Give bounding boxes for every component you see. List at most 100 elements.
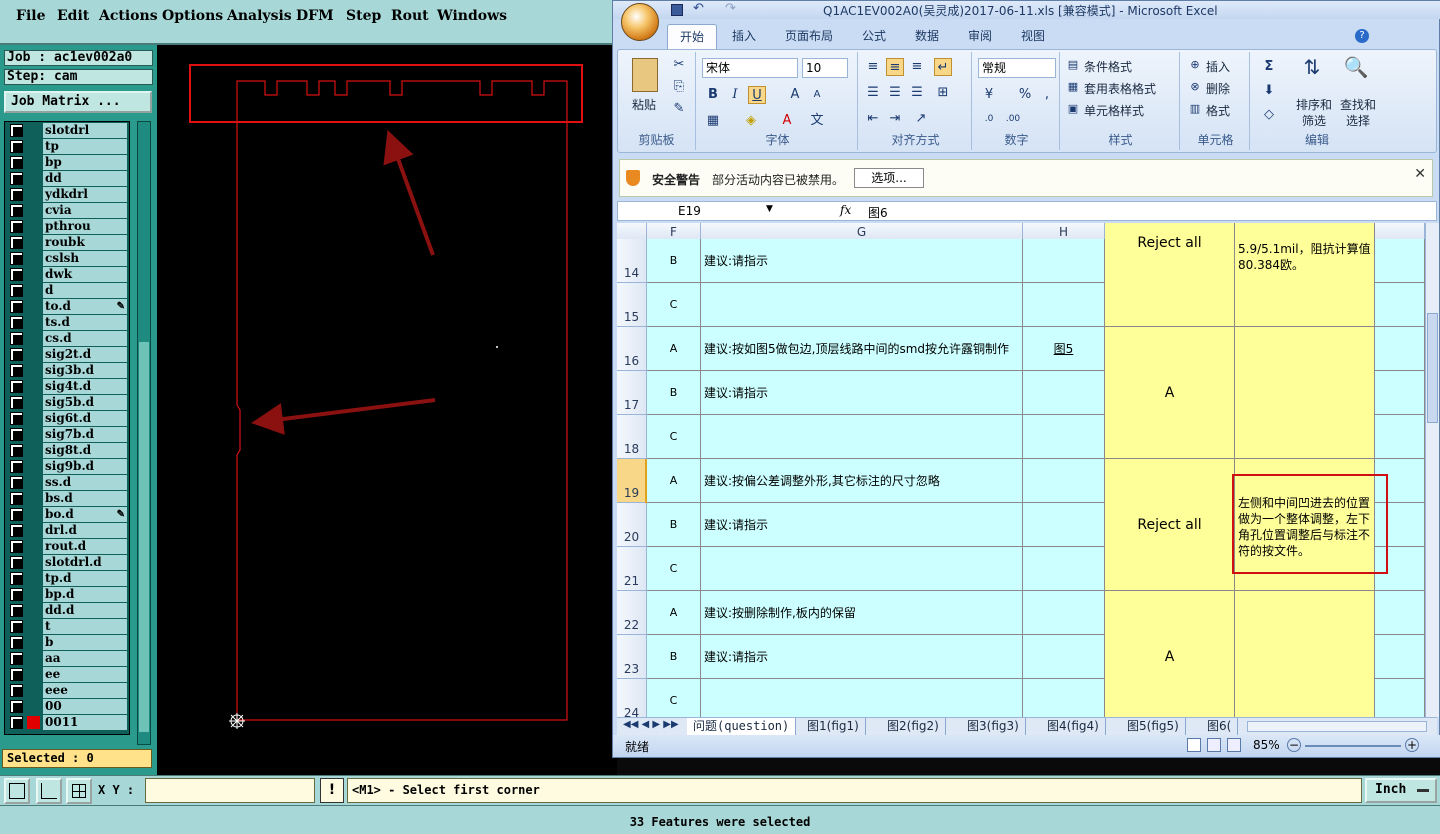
layer-checkbox[interactable] — [10, 524, 23, 537]
menu-step[interactable]: Step — [346, 8, 381, 24]
zoom-out-icon[interactable]: − — [1287, 738, 1301, 752]
cell-h[interactable] — [1023, 371, 1105, 415]
cell-k[interactable] — [1375, 679, 1425, 717]
snap-button[interactable] — [66, 778, 92, 804]
layer-name[interactable]: drl.d — [43, 523, 127, 538]
layer-name[interactable]: sig2t.d — [43, 347, 127, 362]
view-pagebreak-icon[interactable] — [1227, 738, 1241, 752]
layer-row[interactable]: sig3b.d — [7, 363, 128, 378]
worksheet-grid[interactable]: FGHIJ14B建议:请指示15C16A建议:按如图5做包边,顶层线路中间的sm… — [617, 223, 1425, 717]
format-as-table-button[interactable]: 套用表格格式 — [1084, 80, 1156, 97]
sheet-tab[interactable]: 问题(question) — [687, 718, 797, 735]
layer-row[interactable]: dd.d — [7, 603, 128, 618]
job-matrix-button[interactable]: Job Matrix ... — [4, 91, 152, 113]
layer-row[interactable]: sig8t.d — [7, 443, 128, 458]
layer-row[interactable]: tp.d — [7, 571, 128, 586]
layer-checkbox[interactable] — [10, 236, 23, 249]
layer-name[interactable]: aa — [43, 651, 127, 666]
cell-g[interactable]: 建议:请指示 — [701, 239, 1023, 283]
layer-name[interactable]: dd — [43, 171, 127, 186]
layer-row[interactable]: bs.d — [7, 491, 128, 506]
layer-name[interactable]: ss.d — [43, 475, 127, 490]
xy-coordinate-input[interactable] — [145, 778, 315, 803]
shrink-font-icon[interactable]: A — [808, 86, 826, 104]
tab-page-layout[interactable]: 页面布局 — [785, 27, 833, 44]
security-options-button[interactable]: 选项... — [854, 168, 924, 188]
cell-h[interactable] — [1023, 415, 1105, 459]
layer-checkbox[interactable] — [10, 156, 23, 169]
layer-row[interactable]: 0011 — [7, 715, 128, 730]
layer-row[interactable]: b — [7, 635, 128, 650]
zoom-slider[interactable] — [1305, 745, 1401, 747]
layer-row[interactable]: slotdrl — [7, 123, 128, 138]
menu-edit[interactable]: Edit — [57, 8, 89, 24]
layer-checkbox[interactable] — [10, 348, 23, 361]
layer-name[interactable]: slotdrl — [43, 123, 127, 138]
help-icon[interactable]: ? — [1355, 29, 1369, 43]
cell-f[interactable]: B — [647, 371, 701, 415]
cell-f[interactable]: C — [647, 415, 701, 459]
cell-h[interactable] — [1023, 679, 1105, 717]
layer-row[interactable]: t — [7, 619, 128, 634]
cell-g[interactable]: 建议:按如图5做包边,顶层线路中间的smd按允许露铜制作 — [701, 327, 1023, 371]
font-size-select[interactable]: 10 — [802, 58, 848, 78]
cell-styles-button[interactable]: 单元格样式 — [1084, 102, 1144, 119]
cell-f[interactable]: A — [647, 591, 701, 635]
layer-row[interactable]: ts.d — [7, 315, 128, 330]
save-icon[interactable] — [671, 4, 683, 16]
measure-button[interactable] — [36, 778, 62, 804]
cell-k[interactable] — [1375, 239, 1425, 283]
layer-checkbox[interactable] — [10, 588, 23, 601]
format-painter-icon[interactable]: ✎ — [670, 100, 688, 118]
layer-checkbox[interactable] — [10, 460, 23, 473]
sort-filter-button[interactable]: 排序和 — [1296, 96, 1332, 113]
cell-j-merged[interactable] — [1235, 591, 1375, 717]
paste-button[interactable]: 粘贴 — [632, 96, 656, 113]
cell-k[interactable] — [1375, 283, 1425, 327]
layer-row[interactable]: tp — [7, 139, 128, 154]
layer-checkbox[interactable] — [10, 188, 23, 201]
layer-row[interactable]: sig2t.d — [7, 347, 128, 362]
tab-home[interactable]: 开始 — [667, 24, 718, 50]
row-header[interactable]: 24 — [617, 679, 647, 717]
menu-options[interactable]: Options — [162, 8, 223, 24]
layer-checkbox[interactable] — [10, 604, 23, 617]
cell-i-merged[interactable]: A — [1105, 591, 1235, 717]
layer-row[interactable]: d — [7, 283, 128, 298]
align-bottom-icon[interactable]: ≡ — [908, 58, 926, 76]
cell-f[interactable]: B — [647, 503, 701, 547]
layer-row[interactable]: ss.d — [7, 475, 128, 490]
layer-checkbox[interactable] — [10, 172, 23, 185]
scroll-thumb[interactable] — [139, 342, 149, 732]
layer-row[interactable]: bp.d — [7, 587, 128, 602]
layer-name[interactable]: d — [43, 283, 127, 298]
cell-g[interactable]: 建议:请指示 — [701, 371, 1023, 415]
row-header[interactable]: 16 — [617, 327, 647, 371]
layer-name[interactable]: dwk — [43, 267, 127, 282]
cell-g[interactable]: 建议:请指示 — [701, 503, 1023, 547]
layer-checkbox[interactable] — [10, 124, 23, 137]
layer-row[interactable]: ee — [7, 667, 128, 682]
graphic-canvas[interactable] — [157, 45, 617, 775]
layer-name[interactable]: cvia — [43, 203, 127, 218]
menu-file[interactable]: File — [16, 8, 45, 24]
close-icon[interactable]: ✕ — [1414, 166, 1426, 182]
redo-icon[interactable]: ↷ — [725, 1, 736, 16]
layer-checkbox[interactable] — [10, 716, 23, 729]
align-right-icon[interactable]: ☰ — [908, 84, 926, 102]
warning-button[interactable]: ! — [320, 778, 344, 803]
row-header[interactable]: 20 — [617, 503, 647, 547]
layer-checkbox[interactable] — [10, 652, 23, 665]
layer-row[interactable]: roubk — [7, 235, 128, 250]
cell-k[interactable] — [1375, 459, 1425, 503]
layer-name[interactable]: tp — [43, 139, 127, 154]
cell-g[interactable]: 建议:按偏公差调整外形,其它标注的尺寸忽略 — [701, 459, 1023, 503]
cell-f[interactable]: C — [647, 283, 701, 327]
sheet-nav-icon[interactable]: ◀◀ ◀ ▶ ▶▶ — [623, 719, 679, 730]
layer-checkbox[interactable] — [10, 700, 23, 713]
cell-i-merged[interactable]: Reject all — [1105, 223, 1235, 327]
layer-checkbox[interactable] — [10, 684, 23, 697]
formula-input[interactable]: 图6 — [868, 204, 888, 221]
layer-checkbox[interactable] — [10, 220, 23, 233]
sheet-tab[interactable]: 图5(fig5) — [1121, 718, 1186, 735]
